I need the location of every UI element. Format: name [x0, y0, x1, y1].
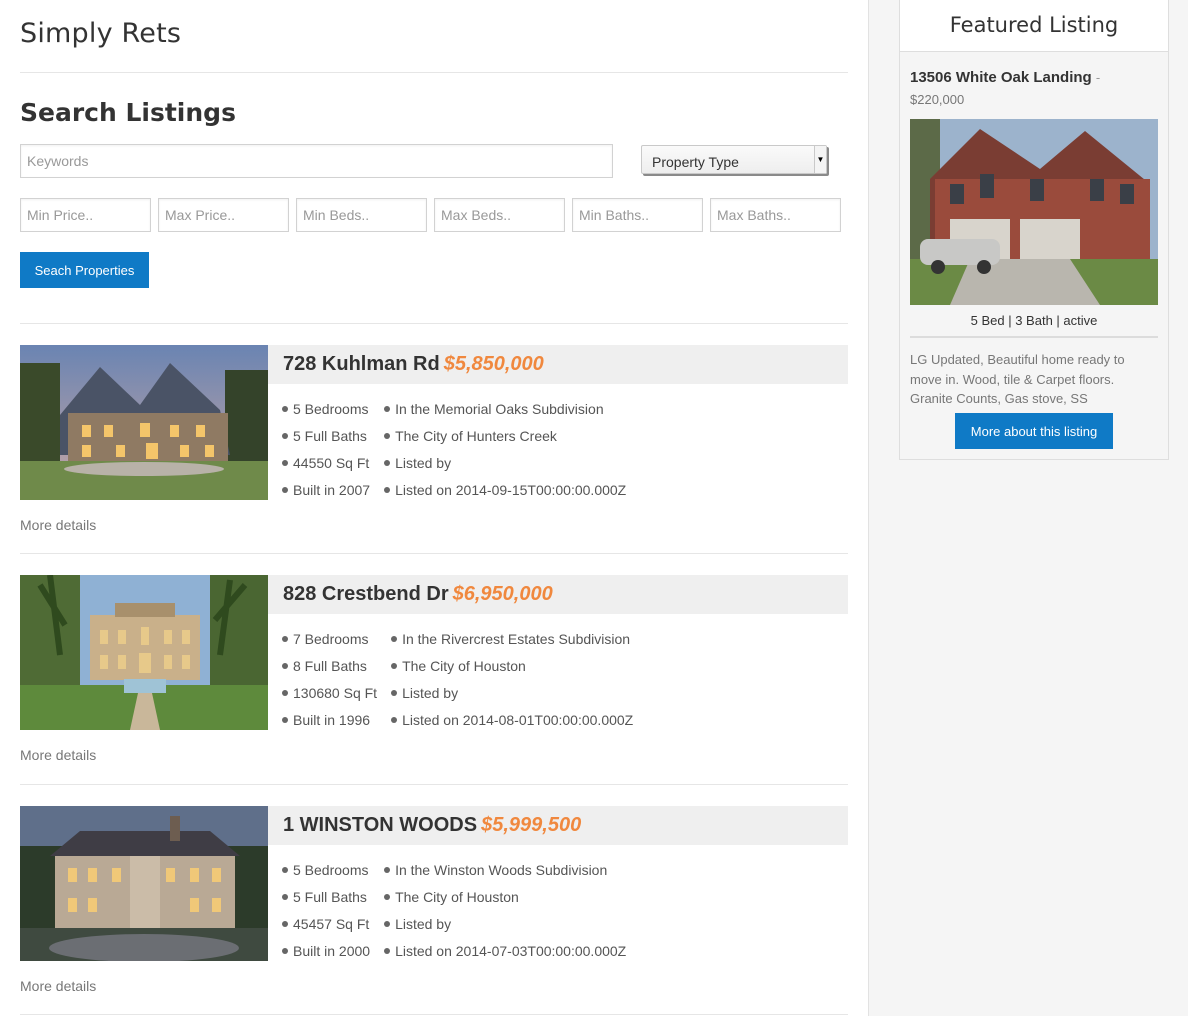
subdivision: In the Memorial Oaks Subdivision	[384, 401, 626, 428]
keywords-input[interactable]	[20, 144, 613, 178]
year-built: Built in 1996	[282, 712, 377, 739]
listing-facts: 5 Bedrooms 5 Full Baths 45457 Sq Ft Buil…	[282, 862, 640, 970]
listing-photo[interactable]	[20, 345, 268, 500]
divider	[20, 784, 848, 785]
featured-listing-widget: Featured Listing 13506 White Oak Landing…	[899, 0, 1169, 460]
listing-photo[interactable]	[20, 575, 268, 730]
more-details-link[interactable]: More details	[20, 978, 96, 994]
listing-facts: 5 Bedrooms 5 Full Baths 44550 Sq Ft Buil…	[282, 401, 640, 509]
sidebar: Featured Listing 13506 White Oak Landing…	[868, 0, 1188, 1016]
baths: 5 Full Baths	[282, 428, 370, 455]
max-price-input[interactable]	[158, 198, 289, 232]
divider	[20, 72, 848, 73]
max-baths-input[interactable]	[710, 198, 841, 232]
subdivision: In the Winston Woods Subdivision	[384, 862, 626, 889]
more-details-link[interactable]: More details	[20, 517, 96, 533]
divider	[20, 553, 848, 554]
listed-on: Listed on 2014-07-03T00:00:00.000Z	[384, 943, 626, 970]
sqft: 44550 Sq Ft	[282, 455, 370, 482]
bedrooms: 5 Bedrooms	[282, 862, 370, 889]
listed-by: Listed by	[384, 455, 626, 482]
city: The City of Houston	[384, 889, 626, 916]
min-baths-input[interactable]	[572, 198, 703, 232]
listed-by: Listed by	[384, 916, 626, 943]
more-about-listing-button[interactable]: More about this listing	[955, 413, 1113, 449]
divider	[20, 1014, 848, 1015]
dropdown-arrow-icon: ▼	[814, 146, 826, 173]
featured-photo[interactable]	[910, 119, 1158, 305]
more-details-link[interactable]: More details	[20, 747, 96, 763]
min-beds-input[interactable]	[296, 198, 427, 232]
bedrooms: 7 Bedrooms	[282, 631, 377, 658]
listing-price: $5,999,500	[481, 814, 582, 836]
search-properties-button[interactable]: Seach Properties	[20, 252, 149, 288]
divider	[910, 336, 1158, 338]
listing-facts: 7 Bedrooms 8 Full Baths 130680 Sq Ft Bui…	[282, 631, 647, 739]
sqft: 45457 Sq Ft	[282, 916, 370, 943]
listing-photo[interactable]	[20, 806, 268, 961]
listed-on: Listed on 2014-08-01T00:00:00.000Z	[391, 712, 633, 739]
listing-card: 728 Kuhlman Rd $5,850,000 5 Bedrooms 5 Fu…	[20, 345, 848, 555]
listing-header: 828 Crestbend Dr $6,950,000	[268, 575, 848, 614]
min-price-input[interactable]	[20, 198, 151, 232]
baths: 8 Full Baths	[282, 658, 377, 685]
city: The City of Houston	[391, 658, 633, 685]
bedrooms: 5 Bedrooms	[282, 401, 370, 428]
divider	[20, 323, 848, 324]
baths: 5 Full Baths	[282, 889, 370, 916]
listing-price: $5,850,000	[443, 353, 544, 375]
listing-address[interactable]: 828 Crestbend Dr $6,950,000	[283, 583, 553, 606]
featured-separator: -	[1095, 70, 1101, 85]
listing-address[interactable]: 1 WINSTON WOODS $5,999,500	[283, 814, 581, 837]
max-beds-input[interactable]	[434, 198, 565, 232]
widget-header: Featured Listing	[900, 0, 1168, 52]
property-type-select[interactable]: Property Type ▼	[641, 145, 827, 174]
listing-header: 728 Kuhlman Rd $5,850,000	[268, 345, 848, 384]
property-type-label: Property Type	[652, 154, 739, 170]
widget-title: Featured Listing	[949, 13, 1119, 37]
listing-address[interactable]: 728 Kuhlman Rd $5,850,000	[283, 353, 544, 376]
site-title[interactable]: Simply Rets	[20, 18, 181, 49]
listed-by: Listed by	[391, 685, 633, 712]
subdivision: In the Rivercrest Estates Subdivision	[391, 631, 633, 658]
featured-price: $220,000	[910, 92, 965, 107]
listing-header: 1 WINSTON WOODS $5,999,500	[268, 806, 848, 845]
listing-card: 828 Crestbend Dr $6,950,000 7 Bedrooms 8 …	[20, 575, 848, 785]
sqft: 130680 Sq Ft	[282, 685, 377, 712]
featured-description: LG Updated, Beautiful home ready to move…	[910, 352, 1125, 406]
featured-address[interactable]: 13506 White Oak Landing -	[910, 69, 1100, 86]
listing-price: $6,950,000	[452, 583, 553, 605]
year-built: Built in 2007	[282, 482, 370, 509]
search-title: Search Listings	[20, 98, 236, 127]
featured-stats: 5 Bed | 3 Bath | active	[970, 313, 1098, 328]
listing-card: 1 WINSTON WOODS $5,999,500 5 Bedrooms 5 F…	[20, 806, 848, 1016]
listed-on: Listed on 2014-09-15T00:00:00.000Z	[384, 482, 626, 509]
year-built: Built in 2000	[282, 943, 370, 970]
city: The City of Hunters Creek	[384, 428, 626, 455]
